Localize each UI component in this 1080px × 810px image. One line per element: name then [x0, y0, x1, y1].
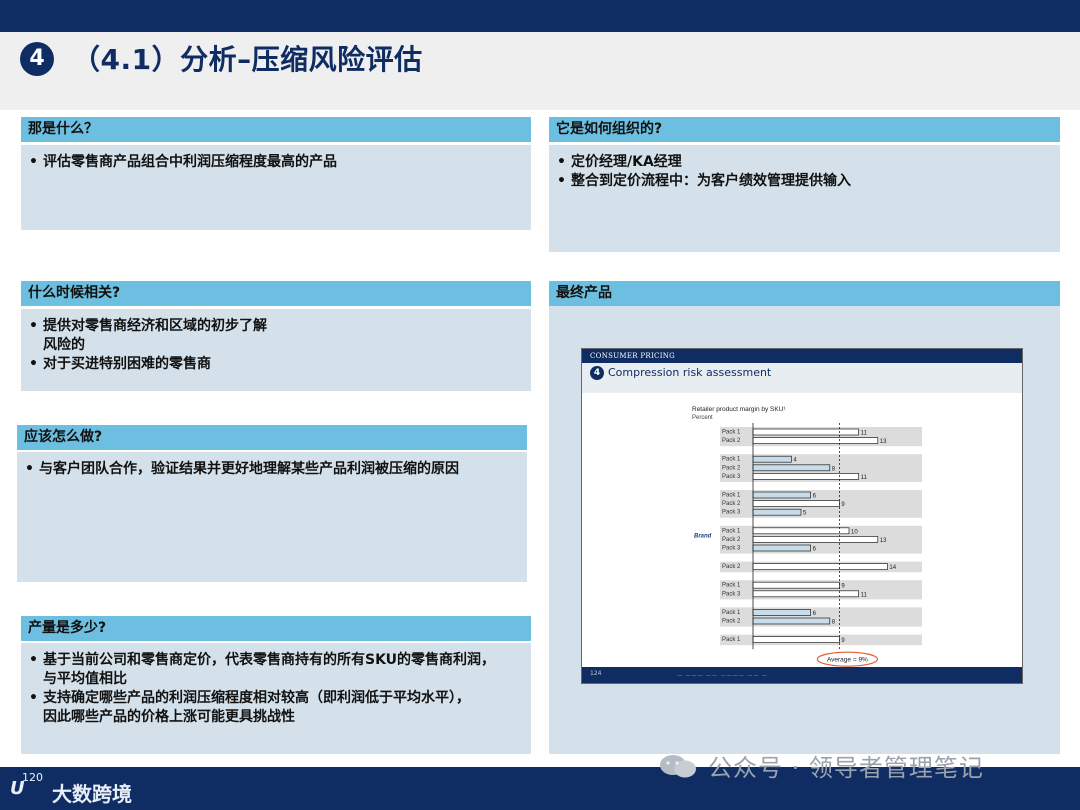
sku-label: Pack 1: [722, 610, 741, 616]
bullet-item: 支持确定哪些产品的利润压缩程度相对较高（即利润低于平均水平），因此哪些产品的价格…: [29, 689, 523, 727]
sku-label: Pack 1: [722, 583, 741, 589]
margin-bar: [752, 527, 850, 535]
how-organized-body: 定价经理/KA经理整合到定价流程中：为客户绩效管理提供输入: [549, 145, 1060, 252]
sku-label: Pack 3: [722, 510, 741, 516]
embedded-footer: [582, 667, 1022, 683]
sku-label: Pack 1: [722, 493, 741, 499]
value-label: 11: [861, 431, 868, 437]
margin-bar: [752, 617, 831, 625]
margin-bar: [752, 464, 831, 472]
sku-label: Pack 2: [722, 438, 741, 444]
embedded-slide: CONSUMER PRICING 4 Compression risk asse…: [581, 348, 1023, 684]
page-title: （4.1）分析–压缩风险评估: [72, 43, 423, 76]
when-body: 提供对零售商经济和区域的初步了解风险的对于买进特别困难的零售商: [21, 309, 531, 391]
margin-bar: [752, 473, 859, 480]
value-label: 13: [880, 439, 887, 445]
page-number: 120: [22, 771, 43, 784]
chart-title: Retailer product margin by SKU¹: [692, 406, 786, 413]
value-label: 10: [851, 529, 858, 535]
bullet-item: 对于买进特别困难的零售商: [29, 355, 523, 374]
value-label: 11: [861, 592, 868, 598]
bullet-item: 评估零售商产品组合中利润压缩程度最高的产品: [29, 153, 523, 172]
margin-bar: [752, 428, 859, 436]
sku-label: Pack 1: [722, 430, 741, 436]
what-heading: 那是什么？: [21, 117, 531, 142]
how-organized-heading: 它是如何组织的?: [549, 117, 1060, 142]
how-to-body: 与客户团队合作，验证结果并更好地理解某些产品利润被压缩的原因: [17, 452, 527, 582]
margin-bar: [752, 491, 811, 499]
sku-label: Pack 2: [722, 619, 741, 625]
margin-bar: [752, 544, 811, 552]
sku-label: Pack 2: [722, 564, 741, 570]
sku-label: Pack 2: [722, 465, 741, 471]
section-number-badge: 4: [20, 42, 54, 76]
margin-bar: [752, 455, 792, 463]
margin-bar: [752, 500, 840, 507]
margin-bar: [752, 437, 879, 444]
bullet-item: 提供对零售商经济和区域的初步了解风险的: [29, 317, 523, 355]
volume-heading: 产量是多少?: [21, 616, 531, 641]
embedded-page-number: 124: [590, 670, 602, 677]
margin-bar: [752, 563, 888, 570]
average-label: Average = 9%: [827, 657, 868, 664]
when-heading: 什么时候相关?: [21, 281, 531, 306]
bullet-item: 定价经理/KA经理: [557, 153, 1052, 172]
sku-label: Pack 1: [722, 637, 741, 643]
value-label: 14: [889, 565, 896, 571]
margin-bar: [752, 536, 879, 543]
footer-brand: 大数跨境: [52, 782, 132, 806]
watermark: 公众号 · 领导者管理笔记: [708, 754, 984, 782]
margin-bar: [752, 636, 840, 643]
margin-bar: [752, 581, 840, 589]
what-body: 评估零售商产品组合中利润压缩程度最高的产品: [21, 145, 531, 230]
how-to-heading: 应该怎么做?: [17, 425, 527, 450]
wechat-icon: [660, 755, 696, 778]
sku-label: Pack 2: [722, 537, 741, 543]
value-label: 13: [880, 538, 887, 544]
sku-label: Pack 2: [722, 501, 741, 507]
final-product-heading: 最终产品: [549, 281, 1060, 306]
value-label: 11: [861, 475, 868, 481]
brand-label: Brand: [694, 534, 712, 540]
sku-label: Pack 3: [722, 546, 741, 552]
sku-label: Pack 3: [722, 474, 741, 480]
sku-label: Pack 1: [722, 457, 741, 463]
bullet-item: 基于当前公司和零售商定价，代表零售商持有的所有SKU的零售商利润，与平均值相比: [29, 651, 523, 689]
embedded-footer-text: — ——— —— ———— —— —: [677, 673, 768, 679]
margin-bar: [752, 508, 802, 516]
margin-bar: [752, 590, 859, 598]
sku-label: Pack 1: [722, 528, 741, 534]
sku-label: Pack 3: [722, 591, 741, 597]
bullet-item: 整合到定价流程中：为客户绩效管理提供输入: [557, 172, 1052, 191]
margin-bar-chart: Retailer product margin by SKU¹ Percent Pa…: [692, 406, 922, 667]
volume-body: 基于当前公司和零售商定价，代表零售商持有的所有SKU的零售商利润，与平均值相比支…: [21, 643, 531, 754]
top-banner: [0, 0, 1080, 32]
chart-subtitle: Percent: [692, 415, 713, 421]
bullet-item: 与客户团队合作，验证结果并更好地理解某些产品利润被压缩的原因: [25, 460, 519, 479]
margin-bar: [752, 609, 811, 616]
